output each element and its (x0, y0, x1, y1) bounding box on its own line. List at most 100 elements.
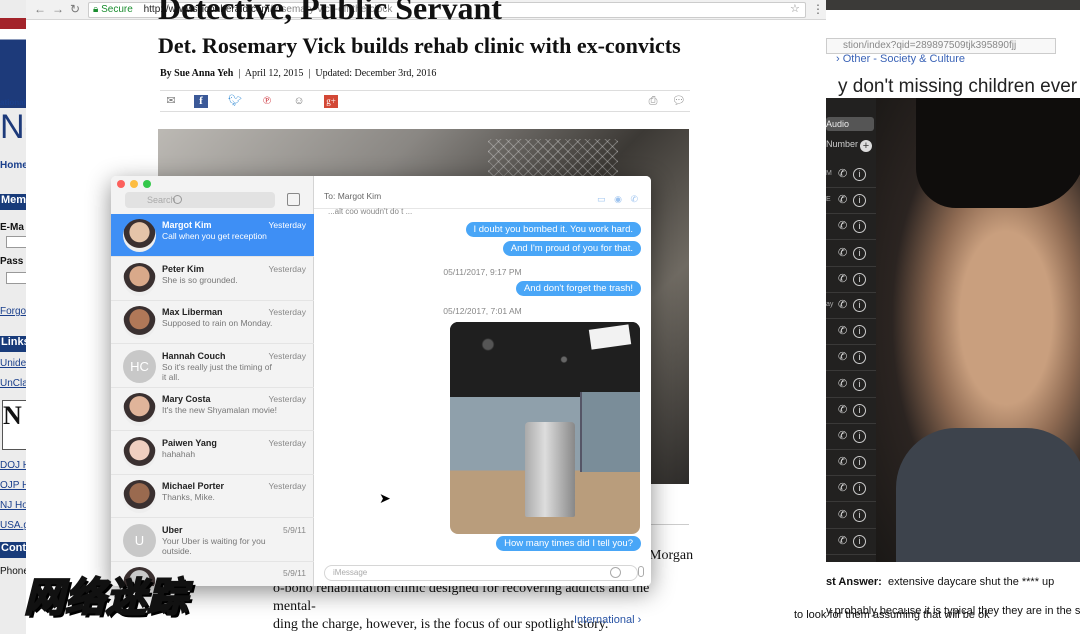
phone-icon[interactable]: ✆ (838, 324, 847, 337)
conversation-name: Peter Kim (162, 263, 205, 274)
call-row[interactable]: ✆ i (826, 214, 876, 241)
info-icon[interactable]: i (853, 430, 866, 443)
search-input[interactable]: Search (125, 192, 275, 208)
phone-icon[interactable]: ✆ (838, 298, 847, 311)
qa-url-bar[interactable]: stion/index?qid=289897509tjk395890fjj (826, 38, 1056, 54)
info-icon[interactable]: i (853, 456, 866, 470)
message-bubble-1: I doubt you bombed it. You work hard. (465, 222, 641, 237)
forward-icon[interactable]: → (52, 2, 64, 16)
email-icon[interactable]: ✉ (164, 95, 178, 108)
print-icon[interactable]: ⎙ (646, 95, 660, 108)
conversation-name: Mary Costa (162, 394, 211, 404)
audio-button[interactable]: Audio (826, 117, 874, 131)
conversation-item[interactable]: Paiwen Yang hahahah Yesterday (111, 432, 314, 475)
call-row[interactable]: E ✆ i (826, 188, 876, 215)
info-icon[interactable]: i (853, 194, 866, 208)
call-row[interactable]: ✆ i (826, 372, 876, 398)
info-icon[interactable]: i (853, 299, 866, 312)
zoom-button[interactable] (143, 180, 151, 188)
add-number-icon[interactable]: + (860, 140, 872, 152)
mouse-cursor-icon: ➤ (379, 490, 391, 506)
conversation-item[interactable]: Peter Kim She is so grounded. Yesterday (111, 258, 314, 301)
call-row[interactable]: ✆ i (826, 398, 876, 424)
emoji-icon[interactable] (610, 567, 621, 578)
gov-forgot-link[interactable]: Forgo (0, 306, 26, 317)
phone-icon[interactable]: ✆ (838, 167, 847, 180)
twitter-icon[interactable]: 🐦︎ (228, 95, 242, 108)
conversation-item[interactable]: Max Liberman Supposed to rain on Monday. Y… (111, 301, 314, 344)
comment-icon[interactable]: 💬︎ (672, 95, 686, 108)
minimize-button[interactable] (130, 180, 138, 188)
back-icon[interactable]: ← (34, 2, 46, 16)
phone-icon[interactable]: ✆ (838, 429, 847, 442)
call-row[interactable]: ✆ i (826, 319, 876, 346)
byline-author[interactable]: Sue Anna Yeh (174, 68, 233, 79)
conversation-name: Hannah Couch (162, 350, 226, 361)
call-row[interactable]: ✆ i (826, 476, 876, 503)
call-row[interactable]: M ✆ i (826, 162, 876, 188)
conversation-item[interactable]: U Uber Your Uber is waiting for you outsid… (111, 519, 314, 562)
reload-icon[interactable]: ↻ (70, 2, 80, 16)
info-icon[interactable]: i (853, 508, 866, 522)
avatar: HC (123, 349, 156, 383)
phone-icon[interactable]: ✆ (838, 350, 847, 363)
call-row[interactable]: ✆ i (826, 529, 876, 555)
pinterest-icon[interactable]: ℗ (260, 95, 274, 108)
article-side-word: Morgan (649, 548, 694, 563)
close-button[interactable] (117, 180, 125, 188)
browser-menu-icon[interactable]: ⋮ (812, 2, 824, 16)
info-icon[interactable]: i (853, 403, 866, 417)
number-label: Number (826, 139, 859, 149)
call-panel: Audio Number + M ✆ i E ✆ i ✆ i ✆ i ✆ i ay ✆ i ✆ i ✆ i ✆ i ✆ i ✆… (826, 98, 876, 562)
call-row[interactable]: ✆ i (826, 267, 876, 293)
international-link[interactable]: International › (574, 614, 641, 626)
conversation-preview: Your Uber is waiting for you outside. (162, 535, 266, 556)
phone-icon[interactable]: ✆ (838, 403, 847, 416)
message-bubble-2: And I'm proud of you for that. (502, 241, 641, 256)
message-photo[interactable] (450, 322, 640, 534)
conversation-time: 5/9/11 (282, 568, 306, 578)
call-actions-icon[interactable]: ▭ ◉ ✆ (597, 194, 641, 205)
qa-breadcrumb[interactable]: › Other - Society & Culture (836, 53, 965, 65)
microphone-icon[interactable] (638, 566, 644, 577)
info-icon[interactable]: i (853, 246, 866, 260)
conversation-item[interactable]: Michael Porter Thanks, Mike. Yesterday (111, 475, 314, 518)
call-row[interactable]: ✆ i (826, 345, 876, 372)
phone-icon[interactable]: ✆ (838, 481, 847, 494)
info-icon[interactable]: i (853, 482, 866, 496)
reddit-icon[interactable]: ☺ (292, 95, 306, 108)
call-row[interactable]: ✆ i (826, 450, 876, 477)
bookmark-star-icon[interactable]: ☆ (790, 2, 800, 15)
imessage-input[interactable]: iMessage (324, 565, 638, 581)
call-row[interactable]: ✆ i (826, 503, 876, 529)
info-icon[interactable]: i (853, 377, 866, 391)
compose-icon[interactable] (287, 193, 300, 206)
conversation-preview: It's the new Shyamalan movie! (162, 405, 278, 415)
avatar (123, 219, 156, 252)
phone-icon[interactable]: ✆ (838, 508, 847, 521)
conversation-item[interactable]: Mary Costa It's the new Shyamalan movie! Y… (111, 388, 314, 431)
facebook-icon[interactable]: f (194, 95, 208, 108)
phone-icon[interactable]: ✆ (838, 455, 847, 468)
phone-icon[interactable]: ✆ (838, 272, 847, 285)
phone-icon[interactable]: ✆ (838, 377, 847, 390)
conversation-list: Search Margot Kim Call when you get recep… (111, 176, 314, 586)
phone-icon[interactable]: ✆ (838, 246, 847, 259)
phone-icon[interactable]: ✆ (838, 193, 847, 206)
conversation-item[interactable]: Margot Kim Call when you get reception Yes… (111, 214, 314, 257)
gov-item-0: ational (0, 98, 26, 107)
gov-link-home[interactable]: Home (0, 160, 28, 171)
info-icon[interactable]: i (853, 351, 866, 365)
info-icon[interactable]: i (853, 325, 866, 339)
call-row[interactable]: ✆ i (826, 241, 876, 267)
googleplus-icon[interactable]: g+ (324, 95, 338, 108)
call-row[interactable]: ay ✆ i (826, 293, 876, 319)
phone-icon[interactable]: ✆ (838, 534, 847, 547)
conversation-item[interactable]: HC Hannah Couch So it's really just the ti… (111, 345, 314, 388)
info-icon[interactable]: i (853, 272, 866, 286)
info-icon[interactable]: i (853, 534, 866, 548)
info-icon[interactable]: i (853, 168, 866, 181)
info-icon[interactable]: i (853, 220, 866, 234)
call-row[interactable]: ✆ i (826, 424, 876, 450)
phone-icon[interactable]: ✆ (838, 219, 847, 232)
